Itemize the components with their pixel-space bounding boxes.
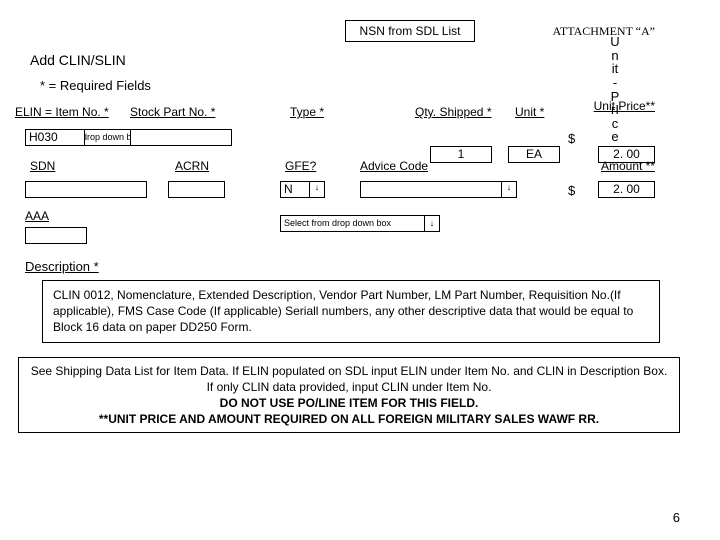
- amount-input[interactable]: 2. 00: [598, 181, 655, 198]
- advice-select-text: Select from drop down box: [284, 216, 391, 231]
- dollar-sign-1: $: [568, 131, 575, 146]
- page-number: 6: [673, 510, 680, 525]
- advice-code-select-2[interactable]: Select from drop down box ↓: [280, 215, 440, 232]
- label-amount: Amount **: [601, 159, 655, 173]
- item-no-input[interactable]: H030: [25, 129, 85, 146]
- label-sdn: SDN: [30, 159, 55, 173]
- dropdown-arrow-icon: ↓: [501, 182, 516, 197]
- add-clin-heading: Add CLIN/SLIN: [30, 52, 690, 68]
- attachment-label: ATTACHMENT “A”: [553, 24, 655, 39]
- required-fields-note: * = Required Fields: [40, 78, 690, 93]
- instruction-line-3: **UNIT PRICE AND AMOUNT REQUIRED ON ALL …: [99, 412, 599, 426]
- stock-part-no-input[interactable]: [130, 129, 232, 146]
- label-unit: Unit *: [515, 105, 544, 119]
- advice-code-select[interactable]: ↓: [360, 181, 517, 198]
- vertical-stray-text: Unit-PrIce: [610, 35, 620, 144]
- aaa-input[interactable]: [25, 227, 87, 244]
- sdn-input[interactable]: [25, 181, 147, 198]
- dropdown-arrow-icon: ↓: [309, 182, 324, 197]
- dropdown-arrow-icon: ↓: [424, 216, 439, 231]
- label-elin: ELIN = Item No. *: [15, 105, 109, 119]
- nsn-from-sdl-box: NSN from SDL List: [345, 20, 476, 42]
- label-gfe: GFE?: [285, 159, 316, 173]
- instruction-line-2: DO NOT USE PO/LINE ITEM FOR THIS FIELD.: [220, 396, 479, 410]
- label-unit-price: Unit Price**: [594, 99, 655, 113]
- gfe-value: N: [284, 182, 293, 197]
- label-acrn: ACRN: [175, 159, 209, 173]
- label-stock-part-no: Stock Part No. *: [130, 105, 215, 119]
- label-type: Type *: [290, 105, 324, 119]
- dollar-sign-2: $: [568, 183, 575, 198]
- label-advice-code: Advice Code: [360, 159, 428, 173]
- label-qty-shipped: Qty. Shipped *: [415, 105, 492, 119]
- gfe-select[interactable]: N ↓: [280, 181, 325, 198]
- label-description: Description *: [25, 259, 690, 274]
- description-input[interactable]: CLIN 0012, Nomenclature, Extended Descri…: [42, 280, 660, 343]
- acrn-input[interactable]: [168, 181, 225, 198]
- instruction-line-1: See Shipping Data List for Item Data. If…: [31, 364, 668, 394]
- instructions-box: See Shipping Data List for Item Data. If…: [18, 357, 680, 434]
